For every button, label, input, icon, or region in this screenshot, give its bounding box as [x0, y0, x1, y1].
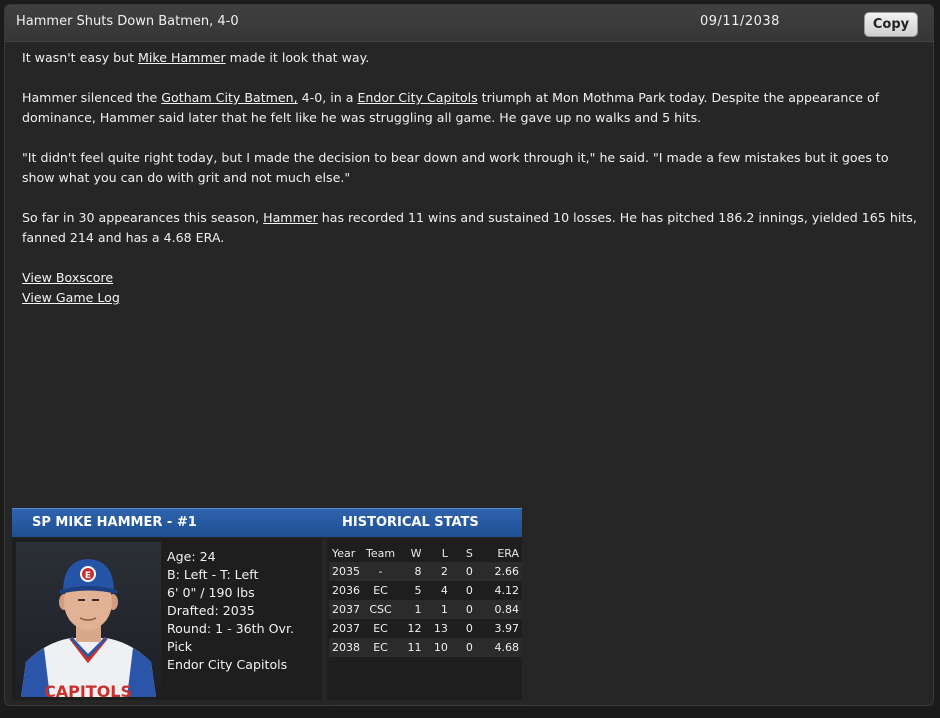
- view-game-log-link[interactable]: View Game Log: [22, 290, 120, 305]
- player-portrait-icon: CAPITOLS E: [16, 542, 161, 697]
- stats-footer-bar: [334, 704, 524, 705]
- player-drafted: Drafted: 2035: [167, 603, 255, 618]
- title-bar: Hammer Shuts Down Batmen, 4-0 09/11/2038…: [5, 5, 933, 42]
- player-card-header: SP MIKE HAMMER - #1 HISTORICAL STATS: [12, 508, 522, 537]
- player-link-mike-hammer[interactable]: Mike Hammer: [138, 50, 226, 65]
- historical-stats-table: Year Team W L S ERA 2035 - 8 2 0 2.66 20…: [329, 544, 522, 657]
- news-article-window: Hammer Shuts Down Batmen, 4-0 09/11/2038…: [4, 4, 934, 706]
- col-header-year: Year: [332, 546, 356, 560]
- stats-header-row: Year Team W L S ERA: [329, 544, 522, 562]
- player-team: Endor City Capitols: [167, 657, 288, 672]
- article-body: It wasn't easy but Mike Hammer made it l…: [22, 48, 917, 308]
- historical-stats-title: HISTORICAL STATS: [342, 515, 479, 530]
- article-paragraph-3: "It didn't feel quite right today, but I…: [22, 150, 889, 185]
- player-card: SP MIKE HAMMER - #1 HISTORICAL STATS CAP…: [12, 508, 524, 705]
- player-bats-throws: B: Left - T: Left: [167, 567, 259, 582]
- article-paragraph-2: Hammer silenced the Gotham City Batmen, …: [22, 90, 880, 125]
- historical-stats-panel: Year Team W L S ERA 2035 - 8 2 0 2.66 20…: [327, 538, 524, 705]
- player-card-name[interactable]: SP MIKE HAMMER - #1: [32, 515, 197, 530]
- table-row: 2037 CSC 1 1 0 0.84: [329, 600, 522, 619]
- player-age: Age: 24: [167, 549, 216, 564]
- jersey-text: CAPITOLS: [44, 682, 132, 697]
- view-boxscore-link[interactable]: View Boxscore: [22, 270, 113, 285]
- player-link-hammer[interactable]: Hammer: [263, 210, 318, 225]
- col-header-era: ERA: [497, 546, 519, 560]
- table-row: 2037 EC 12 13 0 3.97: [332, 622, 519, 635]
- article-paragraph-4: So far in 30 appearances this season, Ha…: [22, 210, 917, 245]
- article-paragraph-1: It wasn't easy but Mike Hammer made it l…: [22, 50, 370, 65]
- table-row: 2038 EC 11 10 0 4.68: [329, 638, 522, 657]
- copy-button[interactable]: Copy: [864, 12, 918, 37]
- table-row: 2036 EC 5 4 0 4.12: [332, 584, 519, 597]
- team-link-endor-city-capitols[interactable]: Endor City Capitols: [357, 90, 477, 105]
- col-header-w: W: [410, 546, 422, 560]
- player-bio-panel: CAPITOLS E Age: 24 B: Left - T: Left 6' …: [12, 538, 322, 700]
- col-header-s: S: [465, 546, 473, 560]
- col-header-l: L: [441, 546, 448, 560]
- team-link-gotham-city-batmen[interactable]: Gotham City Batmen,: [161, 90, 297, 105]
- player-bio: Age: 24 B: Left - T: Left 6' 0" / 190 lb…: [167, 548, 322, 674]
- view-links: View Boxscore View Game Log: [22, 268, 917, 308]
- table-row: 2035 - 8 2 0 2.66: [329, 562, 522, 581]
- player-draft-round: Round: 1 - 36th Ovr. Pick: [167, 621, 294, 654]
- article-headline: Hammer Shuts Down Batmen, 4-0: [16, 14, 239, 29]
- cap-logo-text: E: [85, 571, 91, 581]
- col-header-team: Team: [366, 546, 396, 560]
- article-date: 09/11/2038: [700, 14, 780, 29]
- player-height-weight: 6' 0" / 190 lbs: [167, 585, 255, 600]
